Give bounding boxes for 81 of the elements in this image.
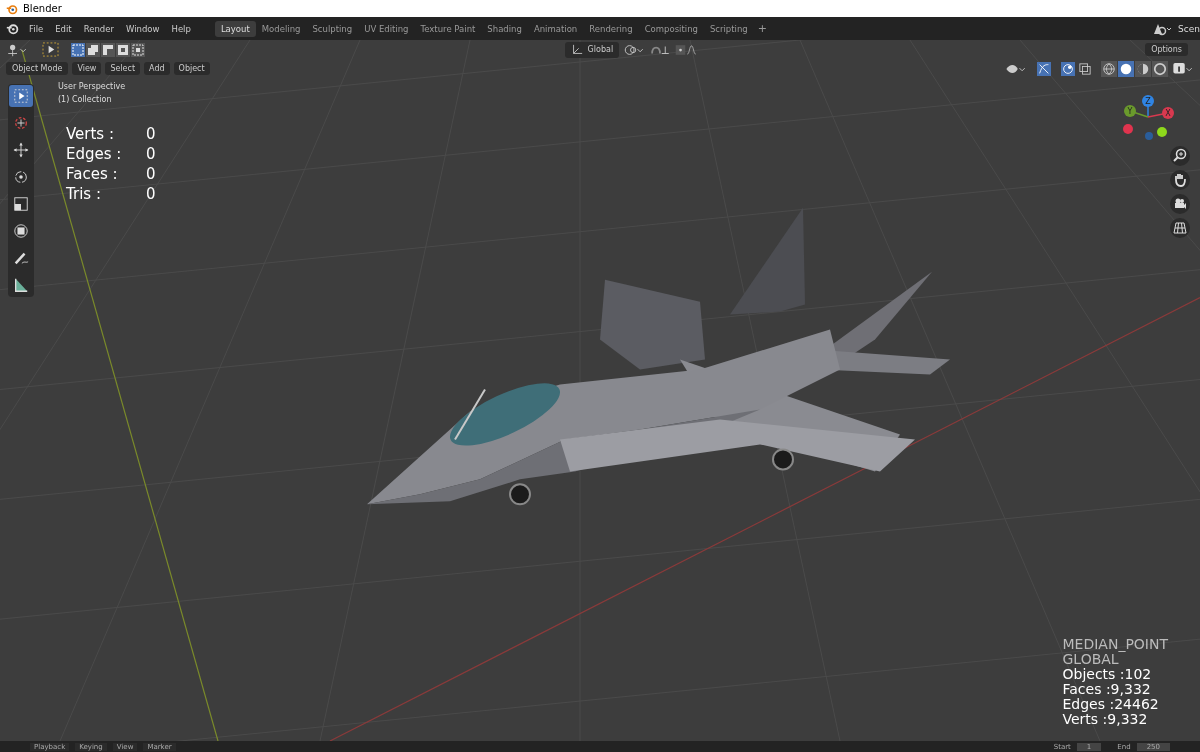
menu-item[interactable]: File (23, 23, 50, 34)
orientation-dropdown[interactable]: Global (564, 41, 620, 58)
info-line: Verts :9,332 (1062, 712, 1149, 727)
stat-label: Faces : (66, 164, 119, 184)
workspace-tab[interactable]: Compositing (638, 20, 704, 37)
info-line: GLOBAL (1062, 652, 1119, 667)
move-arrows-icon (13, 142, 29, 158)
crosshair-icon (13, 115, 29, 131)
menu-item[interactable]: Object (173, 62, 210, 75)
add-workspace-button[interactable]: + (753, 22, 771, 35)
negative-axis-dot[interactable] (1123, 124, 1133, 134)
info-line: MEDIAN_POINT (1062, 637, 1168, 652)
workspace-tab[interactable]: Sculpting (306, 20, 359, 37)
mode-dropdown[interactable]: Object Mode (6, 62, 69, 75)
grid-icon[interactable] (1170, 218, 1190, 238)
overlay-toggle-icon[interactable] (1061, 61, 1075, 76)
ruler-icon (13, 277, 29, 293)
stat-value: 0 (146, 164, 156, 184)
workspace-tab[interactable]: UV Editing (358, 20, 415, 37)
selection-mode-icon[interactable] (71, 42, 85, 57)
axes-icon (570, 43, 583, 56)
select-cursor-icon (13, 88, 29, 104)
menu-item[interactable]: Help (165, 23, 197, 34)
stat-label: Verts : (66, 124, 115, 144)
workspace-tab[interactable]: Scripting (703, 20, 754, 37)
selection-mode-icon[interactable] (86, 42, 100, 57)
gizmo-toggle-icon[interactable] (1037, 61, 1051, 76)
workspace-tab[interactable]: Shading (481, 20, 528, 37)
negative-axis-dot[interactable] (1157, 127, 1167, 137)
menu-item[interactable]: Add (144, 62, 170, 75)
menu-item[interactable]: Window (119, 23, 166, 34)
info-line: Edges :24462 (1062, 697, 1160, 712)
blender-logo-icon[interactable] (6, 22, 19, 35)
axis-label: Z (1145, 97, 1151, 106)
scale-icon (13, 196, 29, 212)
orientation-label: Global (587, 45, 614, 54)
tool-settings-icon[interactable] (6, 42, 28, 57)
shading-mode-icon[interactable] (1152, 60, 1168, 77)
zoom-icon[interactable] (1170, 146, 1190, 166)
hand-icon[interactable] (1170, 170, 1190, 190)
options-dropdown[interactable]: Options (1145, 43, 1188, 56)
stat-value: 0 (146, 144, 156, 164)
workspace-tab[interactable]: Layout (214, 20, 256, 37)
stat-value: 0 (146, 184, 156, 204)
menu-item[interactable]: Render (77, 23, 120, 34)
selection-mode-icon[interactable] (131, 42, 145, 57)
workspace-tab[interactable]: Texture Paint (414, 20, 482, 37)
workspace-tab[interactable]: Rendering (583, 20, 639, 37)
scene-selector[interactable]: Scen (1178, 23, 1200, 34)
shading-mode-icon[interactable] (1118, 60, 1134, 77)
info-icon[interactable] (1172, 61, 1194, 76)
tool-button[interactable] (9, 85, 33, 107)
view-name-label: User Perspective (58, 82, 126, 91)
menu-item[interactable]: View (72, 62, 102, 75)
blender-logo-icon (6, 2, 18, 15)
menu-item[interactable]: Select (105, 62, 141, 75)
window-title: Blender (23, 3, 62, 14)
xray-toggle-icon[interactable] (1079, 62, 1091, 75)
shading-mode-icon[interactable] (1101, 60, 1117, 77)
camera-icon[interactable] (1170, 194, 1190, 214)
stat-label: Tris : (66, 184, 102, 204)
info-line: Objects :102 (1062, 667, 1153, 682)
collection-label: (1) Collection (58, 95, 113, 104)
selection-mode-icon[interactable] (101, 42, 115, 57)
transform-icon (13, 223, 29, 239)
workspace-tab[interactable]: Modeling (255, 20, 307, 37)
stat-label: Edges : (66, 144, 123, 164)
shading-mode-icon[interactable] (1135, 60, 1151, 77)
stat-value: 0 (146, 124, 156, 144)
info-line: Faces :9,332 (1062, 682, 1152, 697)
workspace-tab[interactable]: Animation (527, 20, 584, 37)
selection-mode-icon[interactable] (116, 42, 130, 57)
menu-item[interactable]: Edit (49, 23, 78, 34)
negative-axis-dot[interactable] (1145, 132, 1153, 140)
rotate-icon (13, 169, 29, 185)
select-cursor-icon[interactable] (42, 42, 59, 57)
proportional-edit-icon[interactable] (675, 42, 698, 57)
axis-label: X (1165, 109, 1171, 118)
pivot-icon[interactable] (623, 42, 646, 57)
axis-label: Y (1127, 107, 1133, 116)
pencil-icon (13, 250, 29, 266)
